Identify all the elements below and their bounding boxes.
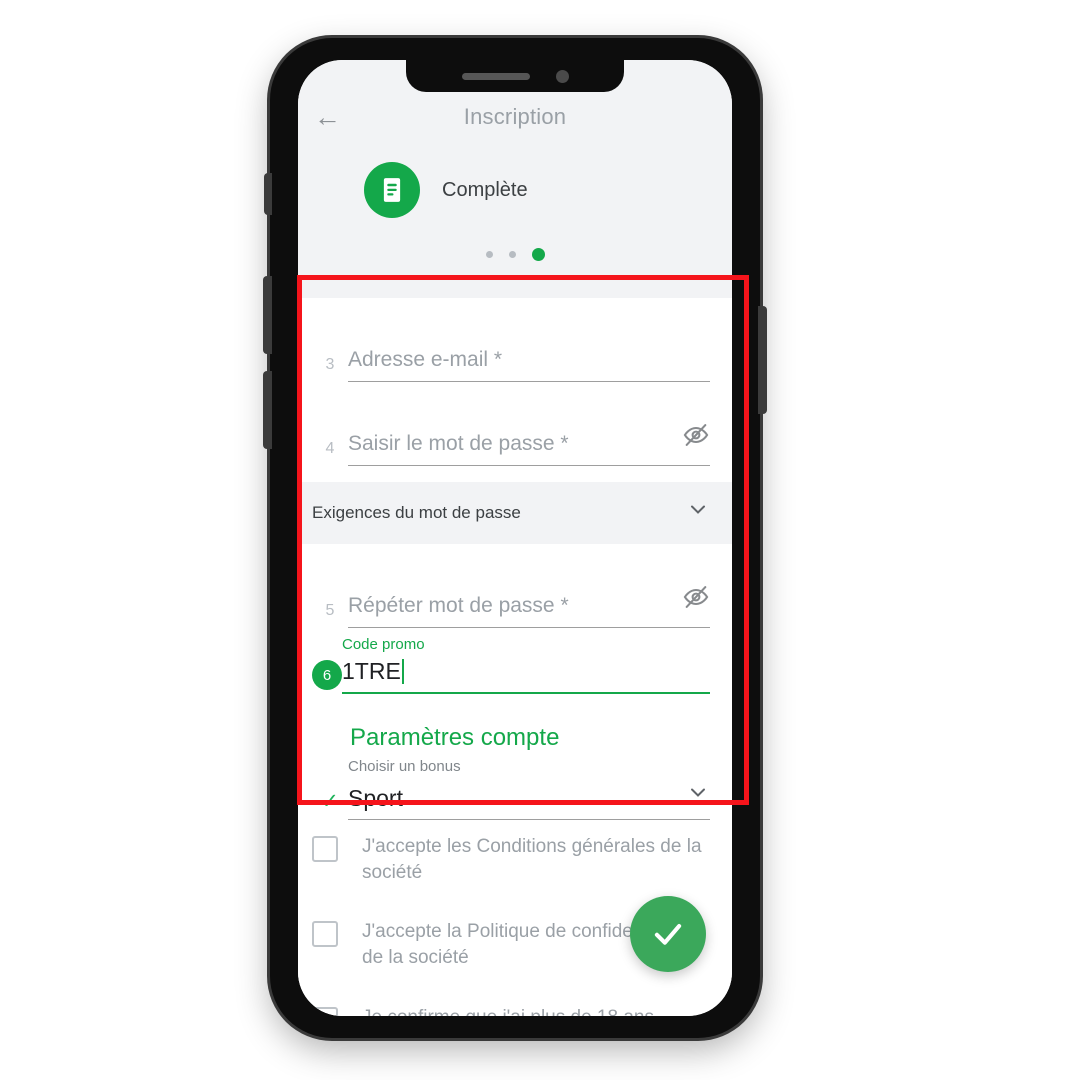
consent-row-terms[interactable]: J'accepte les Conditions générales de la… [298,834,732,885]
consent-label-age: Je confirme que j'ai plus de 18 ans [362,1005,654,1016]
bonus-select-field[interactable]: Choisir un bonus Sport [348,758,710,820]
password-input[interactable]: Saisir le mot de passe * [348,421,710,466]
notch [406,60,624,92]
text-caret [401,659,404,684]
consent-label-terms: J'accepte les Conditions générales de la… [362,836,702,883]
eye-off-icon[interactable] [682,421,710,456]
bonus-label: Choisir un bonus [348,758,461,775]
email-placeholder: Adresse e-mail * [348,348,503,371]
repeat-password-input[interactable]: Répéter mot de passe * [348,583,710,628]
promo-code-label: Code promo [342,636,425,653]
status-label: Complète [442,178,528,201]
mute-switch[interactable] [264,173,272,215]
promo-code-value: 1TRE [342,658,401,684]
phone-frame: ← Inscription Complète 3 Adresse e-mail … [263,38,767,1038]
volume-up-button[interactable] [263,276,272,354]
password-placeholder: Saisir le mot de passe * [348,432,569,455]
promo-code-field[interactable]: Code promo 1TRE [342,636,710,694]
repeat-password-placeholder: Répéter mot de passe * [348,594,569,617]
eye-off-icon[interactable] [682,583,710,618]
password-requirements-label: Exigences du mot de passe [312,503,521,522]
checkbox-privacy[interactable] [312,921,338,948]
bonus-select[interactable]: Sport [348,780,710,820]
account-settings-heading: Paramètres compte [350,724,560,751]
header-bar: ← Inscription [298,94,732,140]
document-form-icon [364,162,420,218]
step-number-5: 5 [325,602,335,619]
pager-dot-2[interactable] [508,251,516,258]
chevron-down-icon[interactable] [686,497,710,529]
check-icon: ✓ [321,790,339,813]
password-field-row[interactable]: 4 Saisir le mot de passe * [298,404,732,466]
phone-screen: ← Inscription Complète 3 Adresse e-mail … [298,60,732,1016]
email-field-row[interactable]: 3 Adresse e-mail * [298,320,732,382]
registration-status: Complète [298,140,732,218]
step-pager [298,248,732,261]
step-number-3: 3 [325,356,335,373]
checkbox-terms[interactable] [312,836,338,862]
page-title: Inscription [463,104,567,129]
front-camera-icon [555,69,569,83]
password-requirements-row[interactable]: Exigences du mot de passe [298,482,732,544]
repeat-password-field-row[interactable]: 5 Répéter mot de passe * [298,566,732,628]
chevron-down-icon[interactable] [686,780,710,812]
submit-button[interactable] [630,896,706,972]
checkbox-age[interactable] [312,1006,338,1016]
app-header: ← Inscription Complète [298,60,732,298]
bonus-field-row[interactable]: ✓ Choisir un bonus Sport [298,758,732,820]
consent-row-age[interactable]: Je confirme que j'ai plus de 18 ans [298,1005,732,1016]
step-number-4: 4 [325,440,335,457]
email-input[interactable]: Adresse e-mail * [348,348,710,382]
speaker-icon [461,72,530,80]
volume-down-button[interactable] [263,371,272,449]
pager-dot-3-active[interactable] [531,248,545,261]
bonus-value: Sport [348,785,403,811]
check-icon [654,924,682,945]
power-button[interactable] [758,306,767,414]
pager-dot-1[interactable] [485,251,493,258]
promo-code-field-row[interactable]: 6 Code promo 1TRE [298,632,732,694]
step-number-6-active: 6 [312,660,342,690]
promo-code-input[interactable]: 1TRE [342,658,710,694]
